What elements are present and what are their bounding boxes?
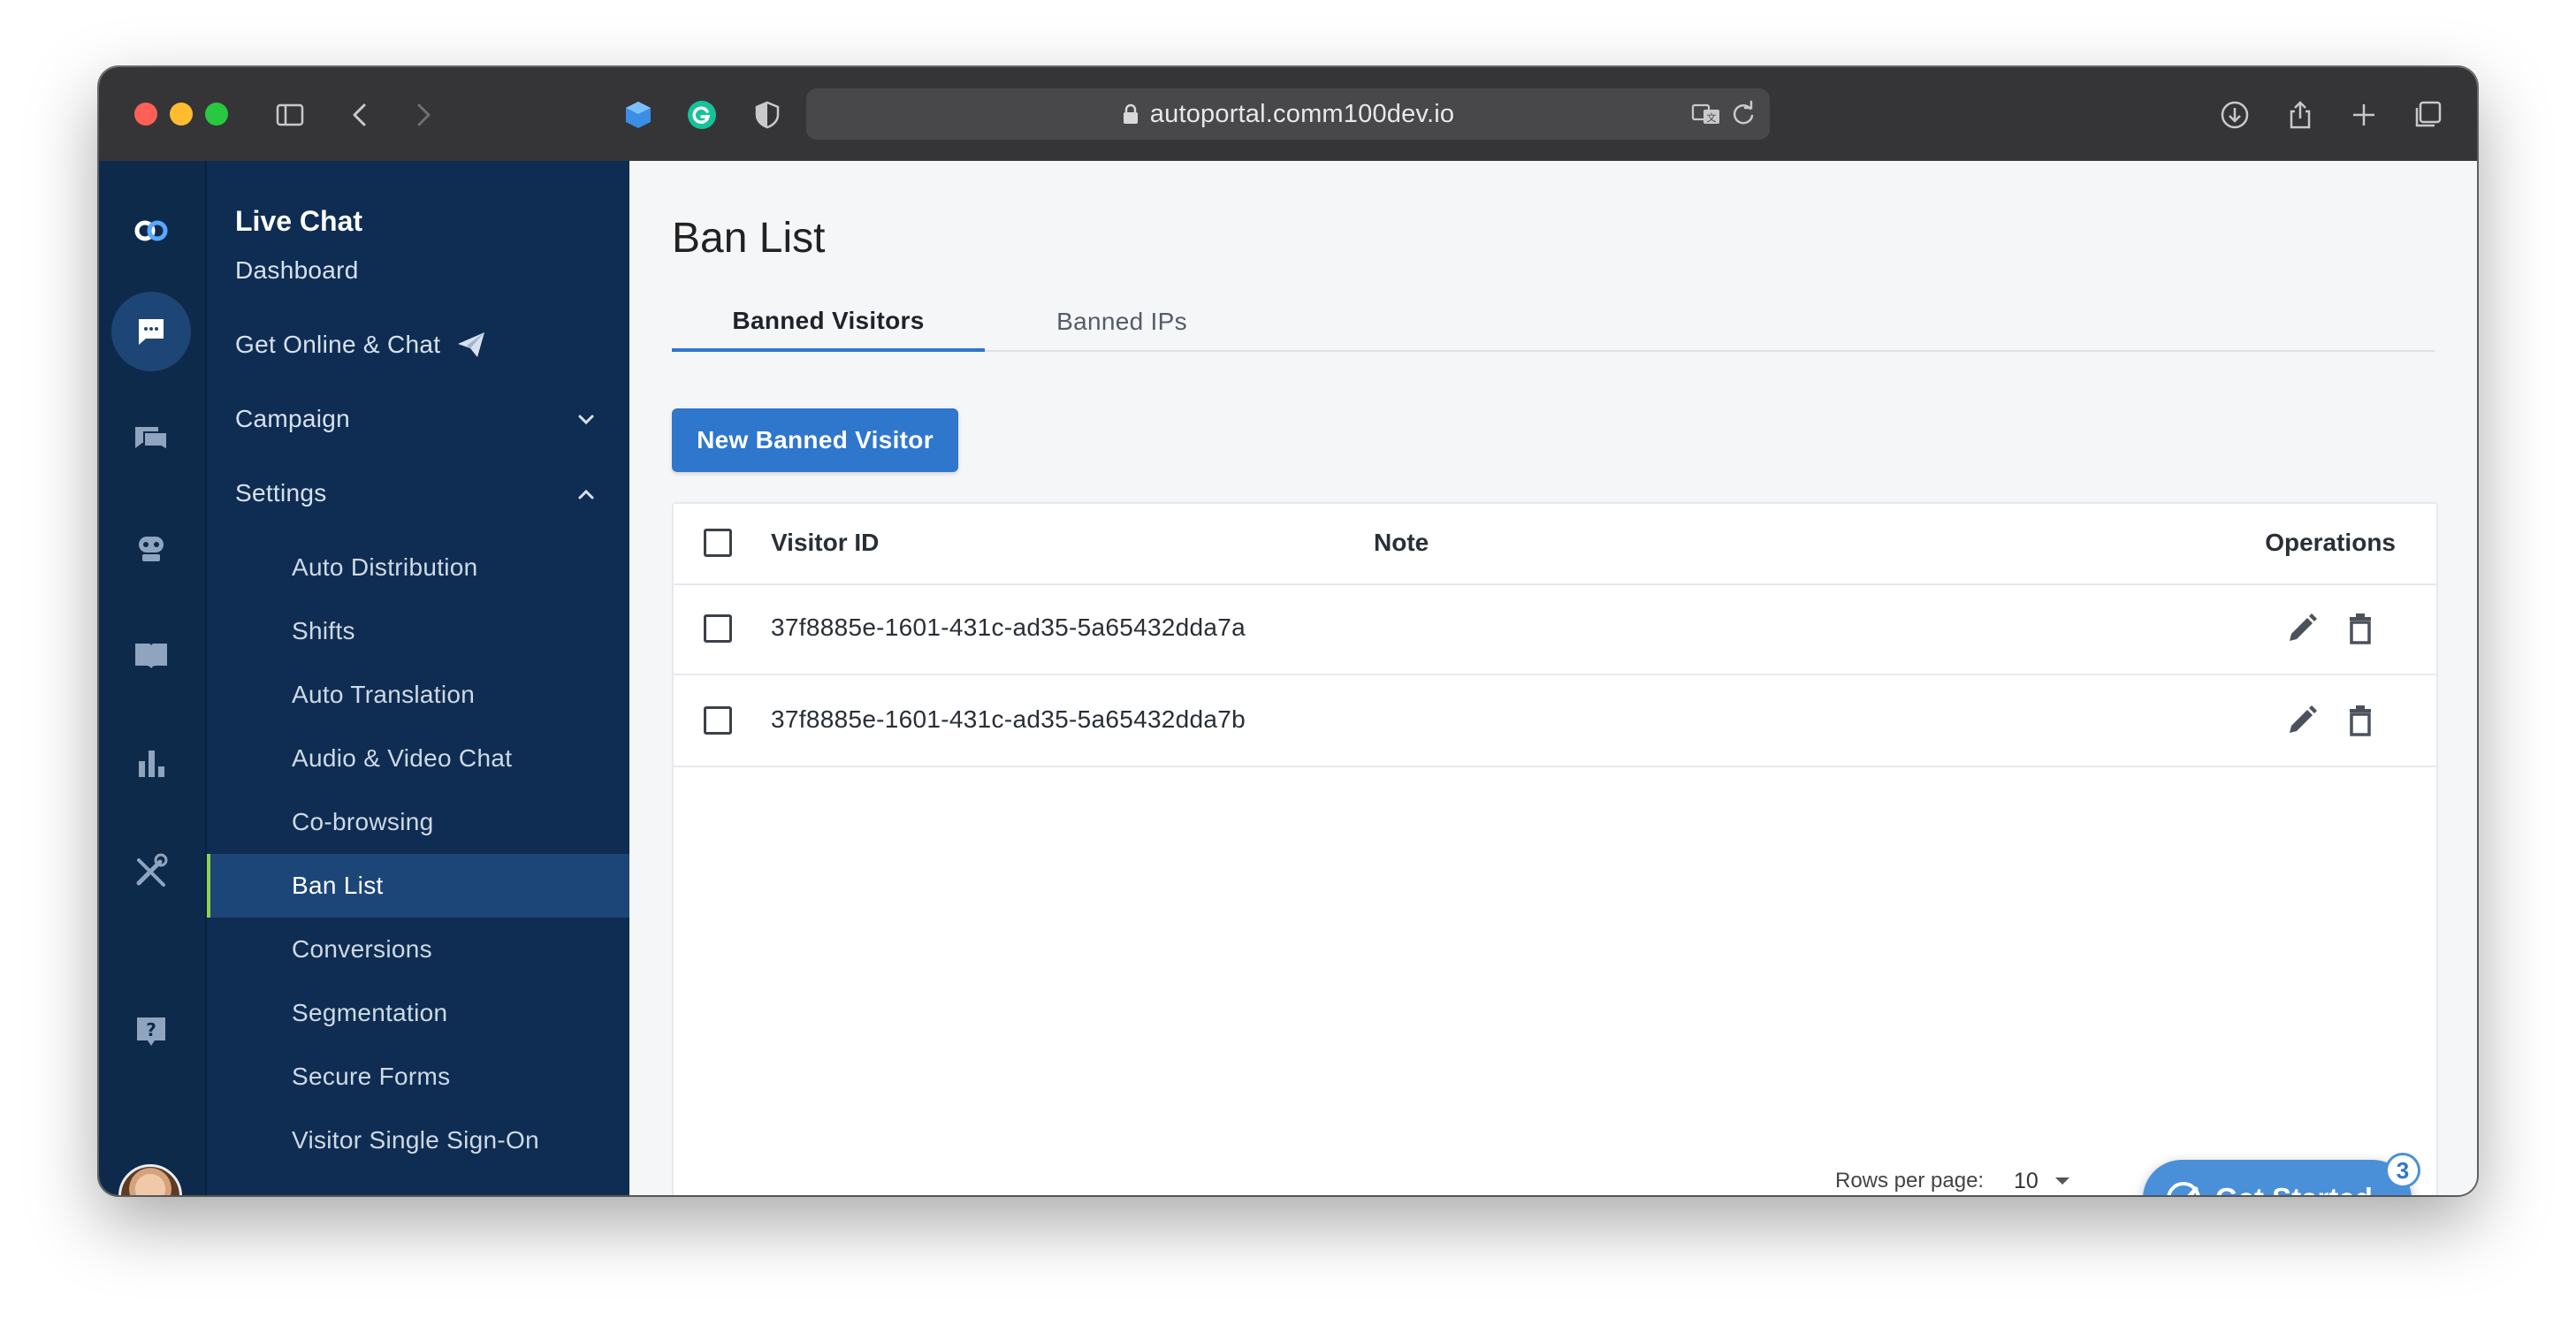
nav-subitem-label: Ban List [292, 872, 384, 899]
nav-item-get-online-chat[interactable]: Get Online & Chat [207, 313, 629, 377]
avatar[interactable] [118, 1164, 182, 1195]
svg-text:文: 文 [1707, 111, 1717, 124]
sidebar-toggle-icon[interactable] [272, 97, 308, 133]
paper-plane-icon [458, 332, 485, 357]
share-icon[interactable] [2283, 97, 2318, 133]
nav-item-settings[interactable]: Settings [207, 461, 629, 525]
nav-subitem-shifts[interactable]: Shifts [207, 599, 629, 663]
nav-subitem-label: Auto Translation [292, 681, 476, 708]
nav-item-label: Get Online & Chat [235, 331, 441, 358]
nav-subitem-segmentation[interactable]: Segmentation [207, 981, 629, 1045]
row-checkbox[interactable] [704, 614, 732, 643]
edit-icon[interactable] [2284, 611, 2320, 646]
address-bar[interactable]: autoportal.comm100dev.io 文 [806, 88, 1770, 140]
nav-item-campaign[interactable]: Campaign [207, 387, 629, 451]
select-all-checkbox[interactable] [704, 529, 732, 557]
knowledge-base-icon[interactable] [111, 615, 191, 695]
back-icon[interactable] [343, 97, 378, 133]
nav-item-label: Settings [235, 479, 327, 507]
lock-icon [1123, 103, 1138, 124]
nav-subitem-auto-distribution[interactable]: Auto Distribution [207, 536, 629, 599]
tab-label: Banned IPs [1056, 308, 1187, 335]
new-tab-icon[interactable] [2346, 97, 2382, 133]
visitor-id-cell: 37f8885e-1601-431c-ad35-5a65432dda7a [771, 613, 1246, 641]
reload-icon[interactable] [1726, 96, 1761, 132]
browser-window: autoportal.comm100dev.io 文 ? Live Chat D… [99, 67, 2477, 1195]
column-header-visitor-id: Visitor ID [771, 529, 880, 556]
main-content: Ban List Banned Visitors Banned IPs New … [629, 161, 2477, 1195]
logo-icon[interactable] [111, 191, 191, 271]
nav-subitem-ban-list[interactable]: Ban List [207, 854, 629, 918]
column-header-note: Note [1374, 529, 1429, 556]
minimize-window-button[interactable] [170, 103, 193, 126]
row-checkbox[interactable] [704, 706, 732, 735]
bot-icon[interactable] [111, 507, 191, 587]
nav-title: Live Chat [235, 205, 363, 237]
zoom-window-button[interactable] [205, 103, 228, 126]
delete-icon[interactable] [2343, 611, 2378, 646]
nav-subitem-audio-video-chat[interactable]: Audio & Video Chat [207, 727, 629, 790]
nav-subitem-auto-translation[interactable]: Auto Translation [207, 663, 629, 727]
nav-subitem-label: Conversions [292, 935, 432, 963]
messages-icon[interactable] [111, 400, 191, 479]
chevron-down-icon [578, 415, 594, 425]
chevron-up-icon [578, 489, 594, 499]
tab-label: Banned Visitors [732, 307, 925, 334]
nav-item-label: Dashboard [235, 256, 359, 284]
nav-subitem-label: Co-browsing [292, 808, 434, 835]
extension-box-icon[interactable] [621, 97, 656, 133]
translate-icon[interactable]: 文 [1688, 96, 1724, 132]
nav-subitem-label: Visitor Single Sign-On [292, 1126, 539, 1154]
nav-item-dashboard[interactable]: Dashboard [207, 239, 629, 302]
nav-subitem-co-browsing[interactable]: Co-browsing [207, 790, 629, 854]
nav-subitem-label: Shifts [292, 617, 355, 644]
banned-visitors-table: Visitor ID Note Operations 37f8885e-1601… [672, 502, 2438, 1195]
tab-bar: Banned Visitors Banned IPs [672, 293, 2435, 352]
table-header: Visitor ID Note Operations [674, 504, 2436, 585]
delete-icon[interactable] [2343, 703, 2378, 738]
forward-icon[interactable] [405, 97, 440, 133]
nav-subitem-secure-forms[interactable]: Secure Forms [207, 1045, 629, 1109]
svg-text:?: ? [146, 1019, 156, 1040]
dropdown-arrow-icon [2054, 1177, 2069, 1185]
nav-subitem-label: Secure Forms [292, 1063, 451, 1090]
privacy-shield-icon[interactable] [750, 97, 785, 133]
nav-item-label: Campaign [235, 405, 351, 432]
grammarly-icon[interactable] [684, 97, 720, 133]
nav-subitem-label: Auto Distribution [292, 553, 478, 581]
nav-subitem-visitor-sso[interactable]: Visitor Single Sign-On [207, 1109, 629, 1172]
tab-banned-visitors[interactable]: Banned Visitors [672, 293, 985, 352]
get-started-badge: 3 [2385, 1153, 2420, 1188]
nav-subitem-label: Segmentation [292, 999, 448, 1026]
tab-banned-ips[interactable]: Banned IPs [985, 293, 1259, 350]
browser-toolbar: autoportal.comm100dev.io 文 [99, 67, 2477, 163]
tab-overview-icon[interactable] [2410, 97, 2445, 133]
check-circle-icon [2167, 1182, 2200, 1195]
column-header-operations: Operations [2265, 529, 2396, 556]
nav-subitem-conversions[interactable]: Conversions [207, 918, 629, 981]
rows-per-page-select[interactable]: 10 [2014, 1163, 2084, 1195]
nav-subitem-label: Audio & Video Chat [292, 744, 513, 772]
table-row: 37f8885e-1601-431c-ad35-5a65432dda7b [674, 675, 2436, 767]
close-window-button[interactable] [134, 103, 157, 126]
reports-icon[interactable] [111, 723, 191, 803]
rows-per-page-label: Rows per page: [1835, 1169, 1985, 1193]
sidebar-nav: Live Chat Dashboard Get Online & Chat Ca… [207, 161, 629, 1195]
help-icon[interactable]: ? [111, 992, 191, 1071]
rows-per-page-value: 10 [2014, 1168, 2039, 1193]
visitor-id-cell: 37f8885e-1601-431c-ad35-5a65432dda7b [771, 705, 1246, 733]
tools-icon[interactable] [111, 831, 191, 911]
new-banned-visitor-button[interactable]: New Banned Visitor [672, 408, 958, 472]
chat-icon[interactable] [111, 292, 191, 371]
edit-icon[interactable] [2284, 703, 2320, 738]
app-icon-rail: ? [99, 161, 207, 1195]
get-started-label: Get Started [2215, 1182, 2373, 1195]
page-title: Ban List [672, 215, 826, 262]
downloads-icon[interactable] [2217, 97, 2252, 133]
table-row: 37f8885e-1601-431c-ad35-5a65432dda7a [674, 583, 2436, 675]
url-text: autoportal.comm100dev.io [1149, 99, 1455, 128]
get-started-button[interactable]: Get Started [2143, 1160, 2412, 1195]
